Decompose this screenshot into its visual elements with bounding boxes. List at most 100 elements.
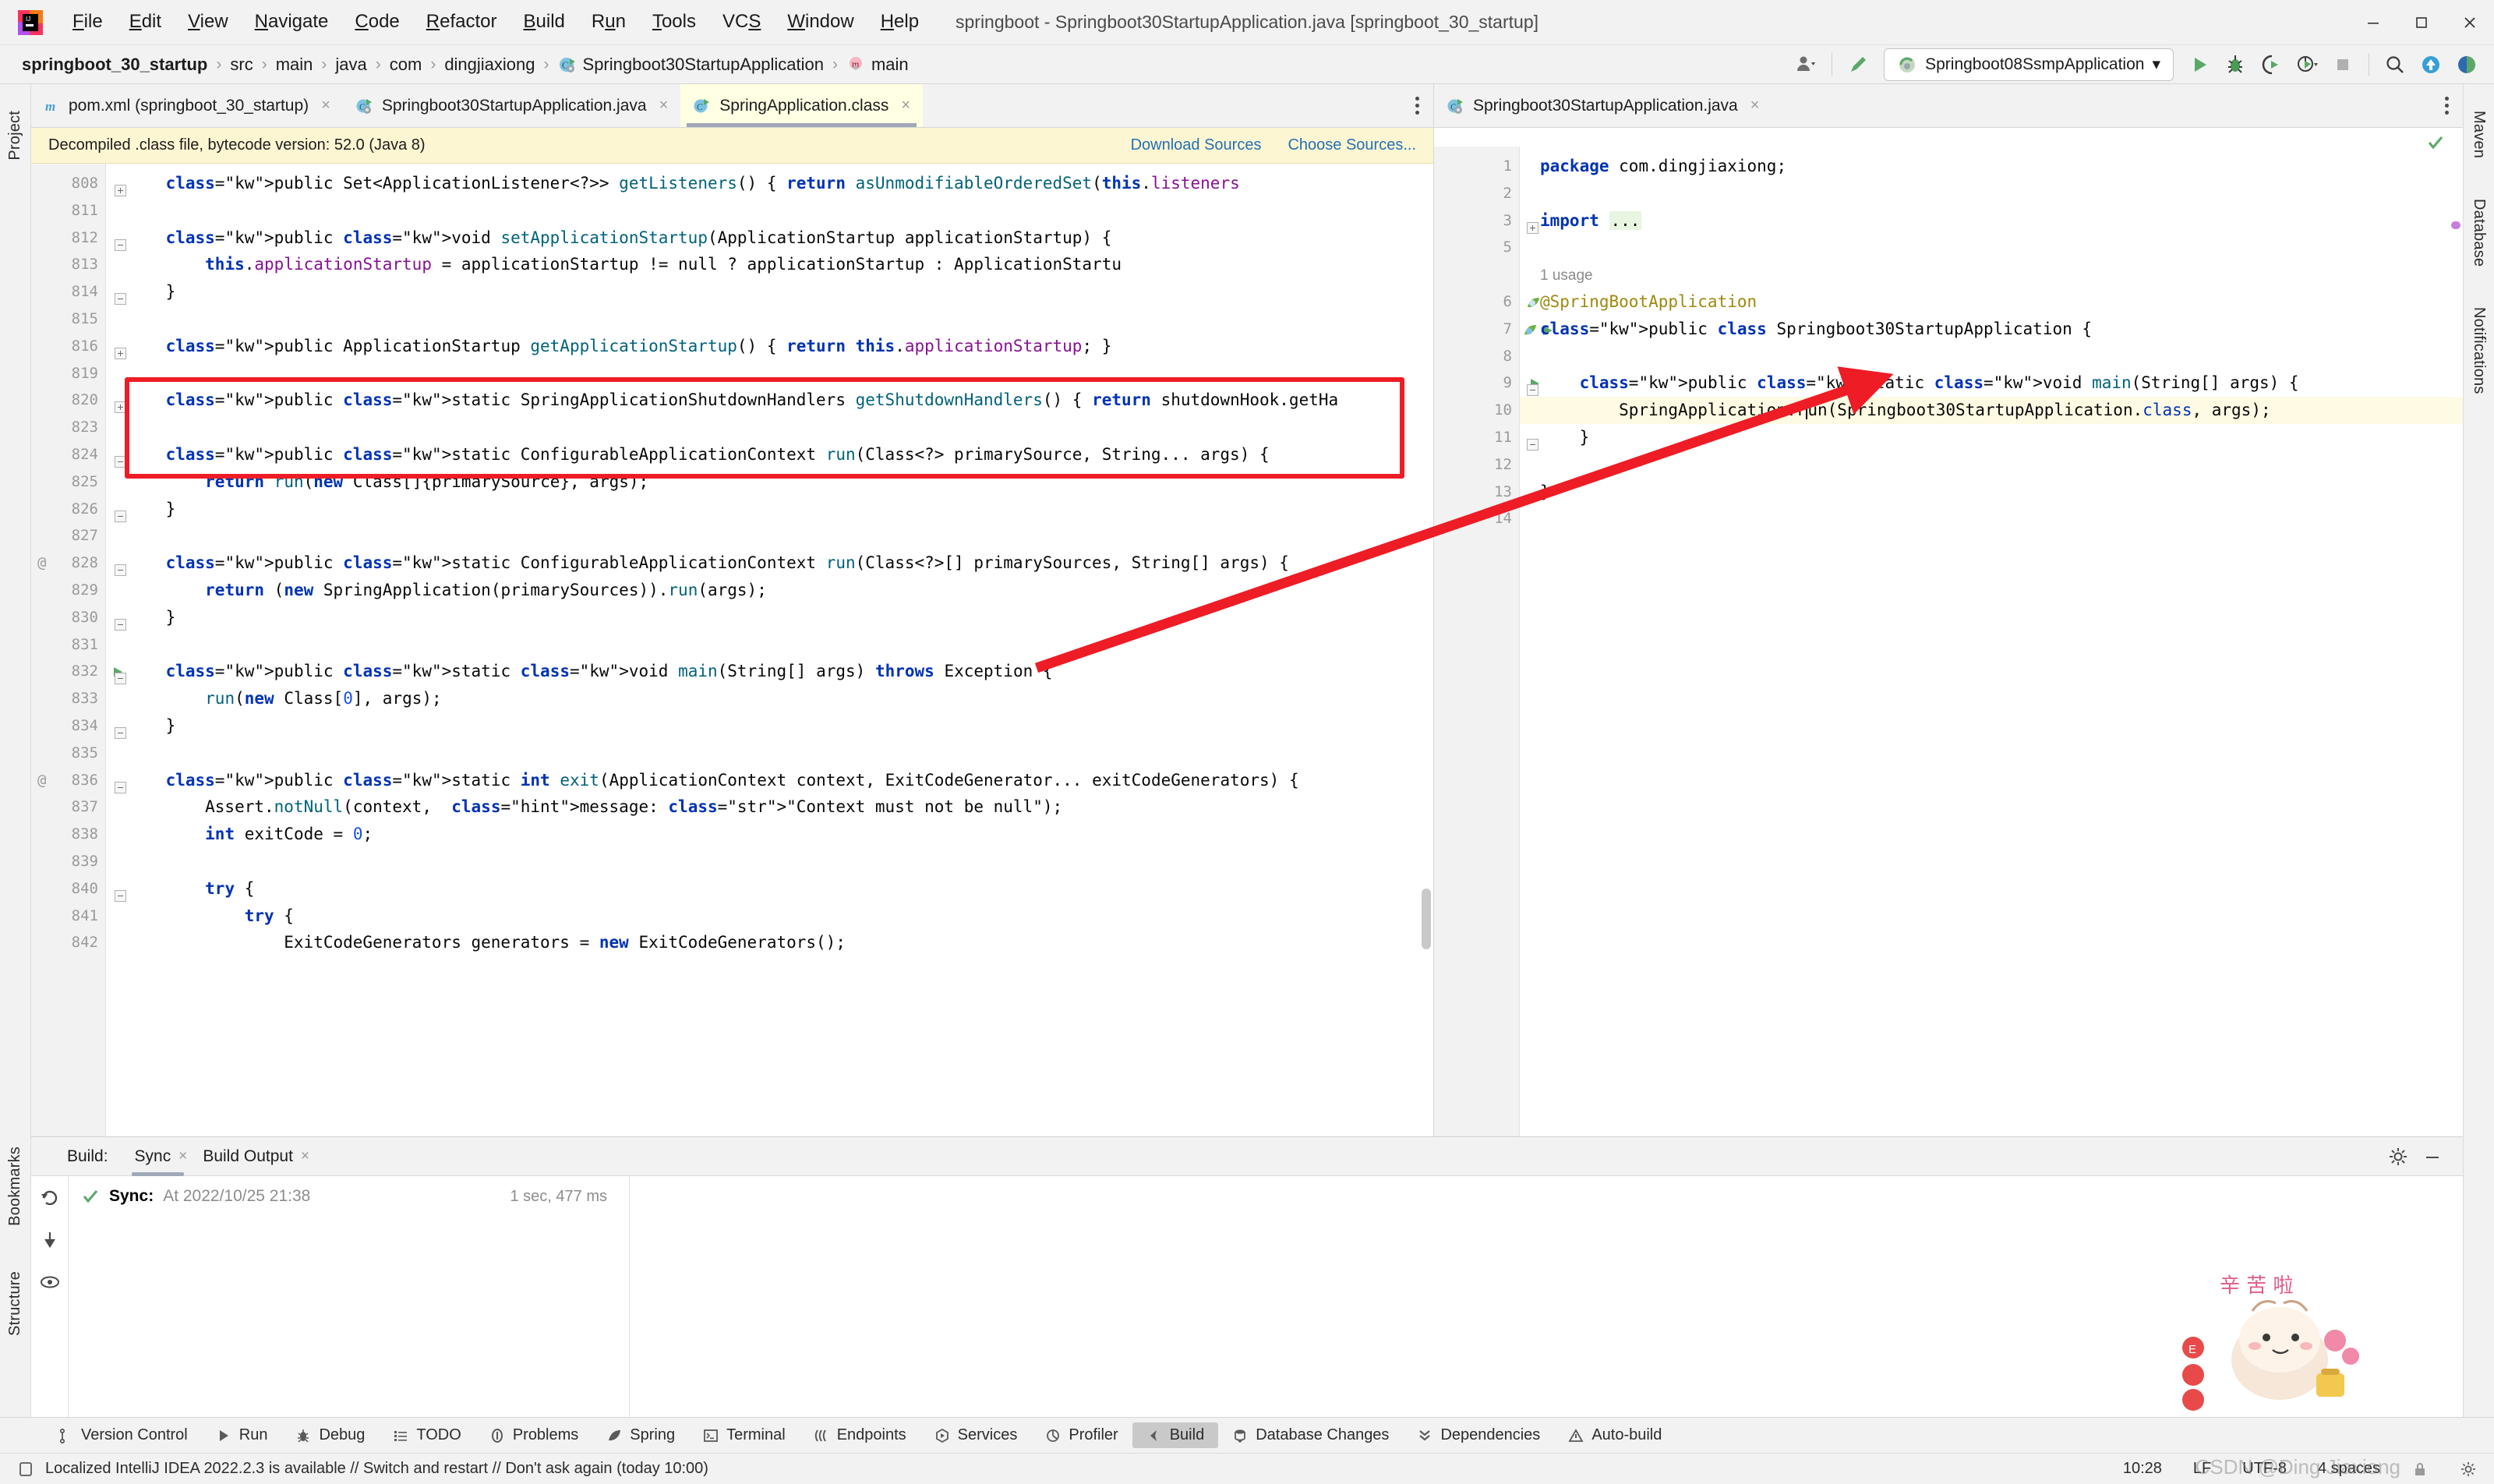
inspection-status-icon[interactable] xyxy=(2425,132,2446,153)
sidebar-item-database[interactable]: Database xyxy=(2468,188,2489,277)
tool-database-changes[interactable]: Database Changes xyxy=(1218,1422,1403,1448)
code-line[interactable]: @SpringBootApplication xyxy=(1520,288,2463,316)
gutter-line[interactable]: 8 xyxy=(1434,343,1520,370)
code-line[interactable]: return (new SpringApplication(primarySou… xyxy=(106,577,1433,604)
line-number-gutter-left[interactable]: 808 811 812 813 814 815 816 819 820 823 824 825 826 8… xyxy=(31,164,126,1136)
debug-button[interactable] xyxy=(2217,48,2253,82)
gutter-line[interactable] xyxy=(1434,261,1520,288)
gutter-line[interactable]: 808 xyxy=(31,170,126,197)
code-line[interactable] xyxy=(106,414,1433,441)
search-everywhere-icon[interactable] xyxy=(2377,48,2413,82)
download-sources-link[interactable]: Download Sources xyxy=(1131,136,1262,154)
gutter-line[interactable]: 837 xyxy=(31,793,106,821)
editor-scrollbar-left[interactable] xyxy=(1419,164,1433,1136)
tool-services[interactable]: Services xyxy=(920,1422,1032,1448)
code-line[interactable]: class="kw">public class="kw">void setApp… xyxy=(106,224,1433,252)
gutter-line[interactable]: @836 xyxy=(31,767,126,794)
tab-overflow-menu-right[interactable] xyxy=(2431,84,2463,127)
breadcrumb-item-main[interactable]: main xyxy=(271,55,318,75)
code-line[interactable]: class="kw">public class="kw">static int … xyxy=(106,767,1433,794)
close-icon[interactable]: × xyxy=(1750,97,1760,115)
code-area-left[interactable]: 808 811 812 813 814 815 816 819 820 823 824 825 826 8… xyxy=(31,164,1433,1136)
minimize-button[interactable] xyxy=(2349,0,2397,45)
tool-auto-build[interactable]: Auto-build xyxy=(1554,1422,1676,1448)
breadcrumb-item-src[interactable]: src xyxy=(225,55,257,75)
gutter-line[interactable]: 840 xyxy=(31,875,126,903)
code-line[interactable]: class="kw">public class="kw">static clas… xyxy=(106,658,1433,685)
gutter-line[interactable]: 10 xyxy=(1434,397,1520,424)
code-line[interactable]: try { xyxy=(106,875,1433,903)
gutter-line[interactable]: 819 xyxy=(31,360,106,387)
code-line[interactable]: class="kw">public class Springboot30Star… xyxy=(1520,316,2463,343)
code-line[interactable] xyxy=(1520,180,2463,207)
tool-debug[interactable]: Debug xyxy=(281,1422,379,1448)
code-line[interactable] xyxy=(106,306,1433,333)
gutter-line[interactable]: 811 xyxy=(31,197,106,224)
status-lock-icon[interactable] xyxy=(2411,1461,2429,1478)
line-number-gutter-right[interactable]: 1 2 3 5 6 7 8 9 10 11 12 13 14 xyxy=(1434,147,1553,1136)
gutter-line[interactable]: 833 xyxy=(31,685,106,712)
scrollbar-thumb[interactable] xyxy=(1422,889,1431,949)
pin-icon[interactable] xyxy=(39,1229,61,1251)
sidebar-item-bookmarks[interactable]: Bookmarks xyxy=(5,1136,26,1237)
menu-navigate[interactable]: Navigate xyxy=(242,9,342,35)
gutter-line[interactable]: 820 xyxy=(31,387,126,414)
close-icon[interactable]: × xyxy=(301,1148,309,1165)
close-icon[interactable]: × xyxy=(659,97,669,115)
code-line[interactable] xyxy=(1520,451,2463,479)
code-line[interactable]: } xyxy=(106,712,1433,740)
close-button[interactable] xyxy=(2446,0,2494,45)
choose-sources-link[interactable]: Choose Sources... xyxy=(1288,136,1416,154)
status-message[interactable]: Localized IntelliJ IDEA 2022.2.3 is avai… xyxy=(45,1460,708,1478)
gutter-line[interactable]: 13 xyxy=(1434,479,1520,506)
editor-scrollbar-right[interactable] xyxy=(2449,128,2463,1136)
gutter-line[interactable]: 831 xyxy=(31,631,106,659)
sidebar-item-project[interactable]: Project xyxy=(5,100,26,171)
code-line[interactable]: } xyxy=(106,278,1433,306)
menu-window[interactable]: Window xyxy=(774,9,867,35)
gutter-line[interactable]: 5 xyxy=(1434,234,1520,261)
status-notification-icon[interactable] xyxy=(17,1461,34,1478)
gutter-line[interactable]: 6 xyxy=(1434,288,1539,316)
code-line[interactable] xyxy=(106,631,1433,659)
gutter-line[interactable]: 823 xyxy=(31,414,106,441)
code-line[interactable] xyxy=(106,740,1433,767)
gutter-line[interactable]: 7 xyxy=(1434,316,1553,343)
breadcrumb-item-java[interactable]: java xyxy=(330,55,371,75)
minimize-icon[interactable] xyxy=(2422,1147,2443,1167)
gutter-line[interactable]: 834 xyxy=(31,712,126,740)
gutter-line[interactable]: 9 xyxy=(1434,369,1539,397)
gutter-line[interactable]: 812 xyxy=(31,224,126,252)
code-line[interactable]: import ... xyxy=(1520,207,2463,235)
code-line[interactable] xyxy=(106,848,1433,875)
menu-tools[interactable]: Tools xyxy=(639,9,709,35)
code-line[interactable]: } xyxy=(106,604,1433,631)
code-line[interactable]: class="kw">public ApplicationStartup get… xyxy=(106,333,1433,360)
gutter-line[interactable]: 826 xyxy=(31,496,126,523)
tab-pom-xml[interactable]: m pom.xml (springboot_30_startup) × xyxy=(31,84,343,127)
code-line[interactable] xyxy=(106,360,1433,387)
usage-hint[interactable]: 1 usage xyxy=(1520,261,2463,288)
gutter-line[interactable]: 814 xyxy=(31,278,126,306)
chevron-down-icon[interactable]: ▾ xyxy=(2152,55,2160,74)
tool-profiler[interactable]: Profiler xyxy=(1031,1422,1132,1448)
tool-spring[interactable]: Spring xyxy=(592,1422,689,1448)
tab-springapplication-class[interactable]: C SpringApplication.class × xyxy=(680,84,924,127)
tool-terminal[interactable]: Terminal xyxy=(689,1422,800,1448)
code-line[interactable]: } xyxy=(1520,424,2463,451)
run-configuration-selector[interactable]: Springboot08SsmpApplication ▾ xyxy=(1884,48,2174,81)
gutter-line[interactable]: @828 xyxy=(31,549,126,577)
stop-button[interactable] xyxy=(2325,48,2361,82)
tab-springboot30startupapplication-java-right[interactable]: C Springboot30StartupApplication.java × xyxy=(1434,84,1772,127)
gutter-line[interactable]: 830 xyxy=(31,604,126,631)
menu-view[interactable]: View xyxy=(175,9,242,35)
tool-build[interactable]: Build xyxy=(1132,1422,1219,1448)
breadcrumb-item-com[interactable]: com xyxy=(385,55,427,75)
code-line[interactable]: class="kw">public Set<ApplicationListene… xyxy=(106,170,1433,197)
code-line[interactable]: run(new Class[0], args); xyxy=(106,685,1433,712)
code-area-right[interactable]: 1 2 3 5 6 7 8 9 10 11 12 13 14 package com.dingjiaxi… xyxy=(1434,128,2463,1136)
rerun-icon[interactable] xyxy=(39,1187,61,1209)
gutter-line[interactable]: 842 xyxy=(31,929,106,956)
code-line[interactable]: class="kw">public class="kw">static Conf… xyxy=(106,549,1433,577)
code-content-left[interactable]: class="kw">public Set<ApplicationListene… xyxy=(106,164,1433,1136)
